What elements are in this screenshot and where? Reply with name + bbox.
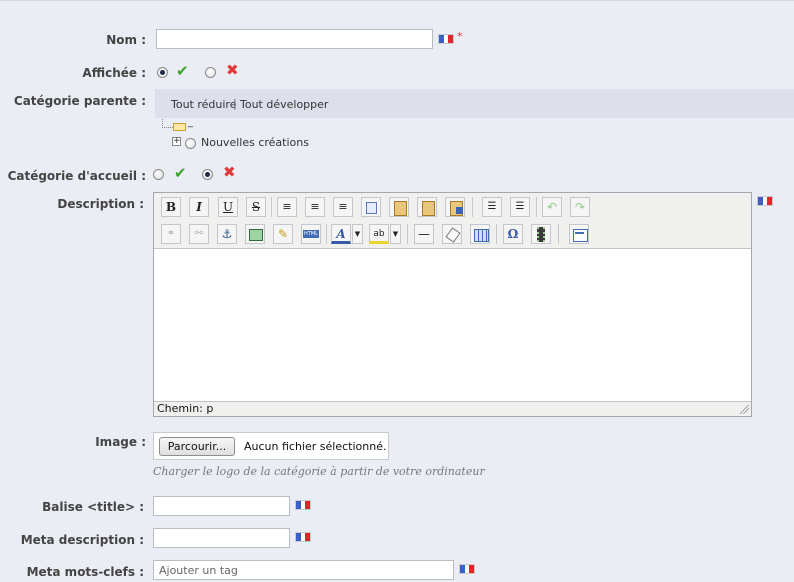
tree-root-label: _ xyxy=(188,117,193,128)
media-icon[interactable] xyxy=(531,224,551,244)
expand-all-link[interactable]: Tout développer xyxy=(240,98,328,111)
eraser-icon[interactable] xyxy=(442,224,462,244)
font-color-dropdown-icon[interactable]: ▼ xyxy=(352,224,363,244)
rich-text-editor: B I U S ≡ ≡ ≡ ☰ ☰ ↶ ↷ ⚭ ⚯ ⚓ ✎ HTML A ▼ a… xyxy=(153,192,752,417)
keywords-placeholder: Ajouter un tag xyxy=(159,564,238,577)
template-icon[interactable] xyxy=(569,224,589,244)
underline-button[interactable]: U xyxy=(218,197,238,217)
italic-button[interactable]: I xyxy=(189,197,209,217)
editor-path: Chemin: p xyxy=(157,402,214,415)
french-flag-icon[interactable] xyxy=(757,196,773,206)
checkmark-icon: ✔ xyxy=(176,62,189,80)
tree-separator: | xyxy=(233,97,237,110)
toolbar-separator xyxy=(326,224,327,244)
folder-icon xyxy=(173,123,186,131)
tree-root: _ xyxy=(162,117,202,133)
paste-icon[interactable] xyxy=(389,197,409,217)
html-label: HTML xyxy=(303,230,319,238)
required-mark: * xyxy=(457,30,463,43)
tree-expand-icon[interactable]: + xyxy=(172,137,181,146)
tree-item-radio[interactable] xyxy=(185,138,196,149)
bullet-list-icon[interactable]: ☰ xyxy=(482,197,502,217)
parent-category-label: Catégorie parente : xyxy=(13,94,146,108)
no-file-text: Aucun fichier sélectionné. xyxy=(244,440,387,453)
align-right-icon[interactable]: ≡ xyxy=(333,197,353,217)
link-icon[interactable]: ⚭ xyxy=(161,224,181,244)
special-character-icon[interactable]: Ω xyxy=(503,224,523,244)
toolbar-separator xyxy=(407,224,408,244)
image-label: Image : xyxy=(95,435,146,449)
meta-keywords-label: Meta mots-clefs : xyxy=(26,565,144,579)
file-input[interactable]: Parcourir... Aucun fichier sélectionné. xyxy=(153,432,389,460)
resize-grip-icon[interactable] xyxy=(740,405,749,414)
tree-line-icon xyxy=(162,119,173,128)
french-flag-icon[interactable] xyxy=(295,532,311,542)
table-icon[interactable] xyxy=(470,224,490,244)
highlight-color-icon[interactable]: ab xyxy=(369,224,389,244)
cross-icon: ✖ xyxy=(226,61,239,79)
image-hint: Charger le logo de la catégorie à partir… xyxy=(153,465,485,478)
toolbar-separator xyxy=(271,197,272,217)
title-tag-input[interactable] xyxy=(153,496,290,516)
unlink-icon[interactable]: ⚯ xyxy=(189,224,209,244)
toolbar-separator xyxy=(496,224,497,244)
numbered-list-icon[interactable]: ☰ xyxy=(510,197,530,217)
paste-text-icon[interactable] xyxy=(417,197,437,217)
collapse-all-link[interactable]: Tout réduire xyxy=(171,98,236,111)
home-no-radio[interactable] xyxy=(202,169,213,180)
horizontal-rule-icon[interactable]: — xyxy=(414,224,434,244)
shown-no-radio[interactable] xyxy=(205,67,216,78)
french-flag-icon[interactable] xyxy=(438,34,454,44)
cross-icon: ✖ xyxy=(223,163,236,181)
toolbar-separator xyxy=(558,224,559,244)
undo-icon[interactable]: ↶ xyxy=(542,197,562,217)
paste-word-icon[interactable] xyxy=(445,197,465,217)
toolbar-separator xyxy=(536,197,537,217)
name-input[interactable] xyxy=(156,29,433,49)
align-center-icon[interactable]: ≡ xyxy=(305,197,325,217)
html-source-icon[interactable]: HTML xyxy=(301,224,321,244)
highlight-dropdown-icon[interactable]: ▼ xyxy=(390,224,401,244)
image-icon[interactable] xyxy=(245,224,265,244)
font-color-icon[interactable]: A xyxy=(331,224,351,244)
shown-label: Affichée : xyxy=(82,66,146,80)
title-tag-label: Balise <title> : xyxy=(42,500,144,514)
align-left-icon[interactable]: ≡ xyxy=(277,197,297,217)
strikethrough-button[interactable]: S xyxy=(246,197,266,217)
home-yes-radio[interactable] xyxy=(153,169,164,180)
anchor-icon[interactable]: ⚓ xyxy=(217,224,237,244)
name-label: Nom : xyxy=(106,33,146,47)
shown-yes-radio[interactable] xyxy=(157,67,168,78)
copy-icon[interactable] xyxy=(361,197,381,217)
french-flag-icon[interactable] xyxy=(459,564,475,574)
description-label: Description : xyxy=(57,197,144,211)
browse-button[interactable]: Parcourir... xyxy=(159,437,235,456)
redo-icon[interactable]: ↷ xyxy=(570,197,590,217)
cleanup-icon[interactable]: ✎ xyxy=(273,224,293,244)
home-category-label: Catégorie d'accueil : xyxy=(7,169,146,183)
meta-description-label: Meta description : xyxy=(20,533,144,547)
french-flag-icon[interactable] xyxy=(295,500,311,510)
meta-description-input[interactable] xyxy=(153,528,290,548)
checkmark-icon: ✔ xyxy=(174,164,187,182)
toolbar-separator xyxy=(472,197,473,217)
meta-keywords-input[interactable]: Ajouter un tag xyxy=(153,560,454,580)
bold-button[interactable]: B xyxy=(161,197,181,217)
editor-text-area[interactable] xyxy=(154,248,751,402)
tree-item-label[interactable]: Nouvelles créations xyxy=(201,136,309,149)
